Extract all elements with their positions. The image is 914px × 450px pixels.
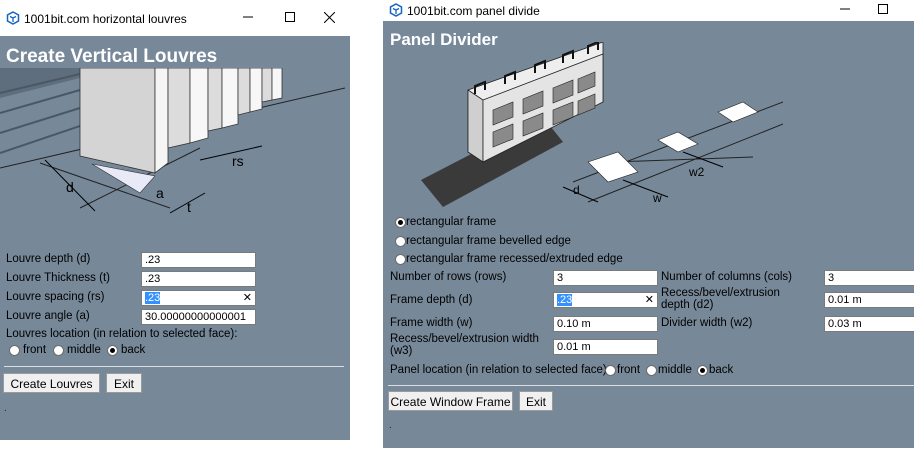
louvres-heading: Create Vertical Louvres [6,46,218,67]
louvre-angle-value: 30.00000000000001 [145,311,246,323]
louvres-location-middle-radio[interactable] [53,345,64,356]
panel-exit-button[interactable]: Exit [519,391,553,411]
panel-location-front-label: front [617,364,641,376]
frame-width-value: 0.10 m [557,318,591,330]
panel-footer-text: . [389,420,392,431]
louvre-spacing-value: .23 [145,292,161,304]
louvre-depth-value: .23 [145,254,161,266]
louvre-thickness-label: Louvre Thickness (t) [6,272,110,284]
panel-location-back-radio[interactable] [697,365,708,376]
louvres-label-rs: rs [232,153,244,169]
maximize-icon[interactable] [871,0,895,22]
louvres-location-front-label: front [23,344,47,356]
louvre-spacing-label: Louvre spacing (rs) [6,291,105,303]
panel-location-label: Panel location (in relation to selected … [390,364,610,376]
d2-label: Recess/bevel/extrusion depth (d2) [661,287,780,311]
frame-rectangular-radio[interactable] [395,217,406,228]
sketchup-logo-icon [389,3,403,17]
frame-bevelled-label: rectangular frame bevelled edge [406,235,571,247]
frame-recessed-label: rectangular frame recessed/extruded edge [406,253,623,265]
panel-divide-titlebar[interactable]: 1001bit.com panel divide [383,0,914,21]
cols-label: Number of columns (cols) [661,271,793,283]
w3-input[interactable]: 0.01 m [553,339,658,355]
cols-value: 3 [828,272,835,284]
d2-input[interactable]: 0.01 m [824,292,914,308]
divider-width-value: 0.03 m [828,318,862,330]
divider-width-label: Divider width (w2) [661,317,753,329]
louvres-location-back-radio[interactable] [107,345,118,356]
louvres-location-label: Louvres location (in relation to selecte… [6,328,238,340]
divider-width-input[interactable]: 0.03 m [824,316,914,332]
panel-divide-window: 1001bit.com panel divide Panel Divider d… [383,0,914,448]
panel-label-w2: w2 [688,165,705,179]
w3-value: 0.01 m [557,341,591,353]
rows-label: Number of rows (rows) [390,271,507,283]
louvres-window: 1001bit.com horizontal louvres Create Ve… [0,0,350,440]
louvre-spacing-input[interactable]: .23 ✕ [141,290,256,306]
create-louvres-button[interactable]: Create Louvres [3,373,100,393]
louvres-location-middle-label: middle [67,344,101,356]
clear-icon[interactable]: ✕ [243,291,252,305]
louvre-depth-label: Louvre depth (d) [6,253,91,265]
louvre-thickness-input[interactable]: .23 [141,271,256,287]
panel-location-back-label: back [709,364,734,376]
frame-width-input[interactable]: 0.10 m [553,316,658,332]
louvres-location-back-label: back [121,344,146,356]
frame-rectangular-label: rectangular frame [406,216,497,228]
frame-width-label: Frame width (w) [390,317,473,329]
close-icon[interactable] [317,6,341,30]
panel-divide-window-title: 1001bit.com panel divide [407,4,540,18]
clear-icon[interactable]: ✕ [645,293,654,307]
louvres-footer-text: . [4,403,7,414]
frame-depth-input[interactable]: .23 ✕ [553,292,658,308]
louvres-label-t: t [187,199,191,215]
louvres-window-title: 1001bit.com horizontal louvres [24,12,187,26]
panel-location-middle-radio[interactable] [646,365,657,376]
louvre-angle-label: Louvre angle (a) [6,310,90,322]
rows-value: 3 [557,272,564,284]
frame-depth-value: .23 [557,294,573,306]
louvres-divider [4,366,344,367]
sketchup-logo-icon [6,11,20,25]
louvre-thickness-value: .23 [145,273,161,285]
frame-recessed-radio[interactable] [395,254,406,265]
frame-bevelled-radio[interactable] [395,236,406,247]
create-window-frame-button[interactable]: Create Window Frame [388,391,513,411]
frame-depth-label: Frame depth (d) [390,294,473,306]
rows-input[interactable]: 3 [553,270,658,286]
panel-location-front-radio[interactable] [605,365,616,376]
louvres-label-a: a [156,185,164,201]
louvres-diagram: rs d a t [0,68,345,215]
cols-input[interactable]: 3 [824,270,914,286]
maximize-icon[interactable] [278,6,302,30]
minimize-icon[interactable] [833,0,857,22]
louvres-label-d: d [66,179,74,195]
panel-label-d: d [573,183,580,197]
louvres-exit-button[interactable]: Exit [106,373,142,393]
panel-divider-diagram: d w w2 [421,42,783,207]
w3-label: Recess/bevel/extrusion width (w3) [390,333,539,357]
panel-divider-line [388,385,914,386]
louvres-titlebar[interactable]: 1001bit.com horizontal louvres [0,0,350,36]
d2-value: 0.01 m [828,294,862,306]
louvre-angle-input[interactable]: 30.00000000000001 [141,309,256,325]
louvres-location-front-radio[interactable] [9,345,20,356]
panel-location-middle-label: middle [658,364,692,376]
panel-label-w: w [652,191,662,205]
louvre-depth-input[interactable]: .23 [141,252,256,268]
minimize-icon[interactable] [236,6,260,30]
